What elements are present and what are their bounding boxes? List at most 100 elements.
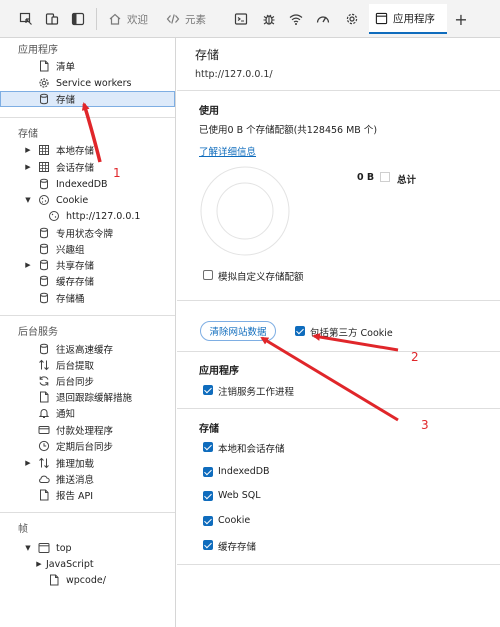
chevron-down-icon[interactable]: ▼: [24, 196, 32, 204]
sidebar-item-label: 往返高速缓存: [56, 345, 114, 356]
clear-site-data-button[interactable]: 清除网站数据: [200, 321, 276, 341]
sync-icon: [38, 375, 50, 387]
section-divider: [0, 315, 175, 316]
sidebar-item-label: Cookie: [56, 194, 89, 206]
sidebar-item-background-sync[interactable]: 后台同步: [0, 373, 175, 389]
debug-bug-icon[interactable]: [259, 9, 279, 29]
chevron-right-icon[interactable]: ▶: [24, 261, 32, 269]
add-tab-icon[interactable]: +: [452, 9, 470, 29]
sidebar-item-cache-storage[interactable]: 缓存存储: [0, 273, 175, 289]
sidebar-item-label: 存储: [56, 95, 76, 106]
sidebar-item-storage-buckets[interactable]: 存储桶: [0, 290, 175, 306]
chevron-right-icon[interactable]: ▶: [35, 560, 43, 568]
sidebar-item-push-messaging[interactable]: 推送消息: [0, 471, 175, 487]
sidebar-item-bounce-tracking[interactable]: 退回跟踪缓解措施: [0, 389, 175, 405]
sidebar-item-label: 存储桶: [56, 294, 85, 305]
database-icon: [38, 227, 50, 239]
chevron-down-icon[interactable]: ▼: [24, 544, 32, 552]
sidebar-item-label: 共享存储: [56, 261, 95, 272]
sidebar-item-label: wpcode/: [66, 574, 106, 586]
sidebar-item-cookie-origin[interactable]: http://127.0.0.1: [0, 208, 175, 224]
sidebar-item-reporting-api[interactable]: 报告 API: [0, 487, 175, 503]
sidebar-item-notifications[interactable]: 通知: [0, 405, 175, 421]
bell-icon: [38, 407, 50, 419]
cache-storage-checkbox[interactable]: [203, 540, 213, 550]
sidebar-item-speculative-loads[interactable]: ▶ 推理加载: [0, 455, 175, 471]
sidebar-item-label: 推送消息: [56, 475, 95, 486]
annotation-label-2: 2: [411, 350, 419, 364]
usage-heading: 使用: [199, 106, 219, 117]
sidebar-item-bfcache[interactable]: 往返高速缓存: [0, 341, 175, 357]
sidebar-item-label: 退回跟踪缓解措施: [56, 393, 133, 404]
database-icon: [38, 259, 50, 271]
sidebar-item-background-fetch[interactable]: 后台提取: [0, 357, 175, 373]
sidebar-item-frame-top[interactable]: ▼ top: [0, 540, 175, 556]
cloud-icon: [38, 473, 50, 485]
sidebar-item-label: 专用状态令牌: [56, 229, 114, 240]
up-down-arrows-icon: [38, 457, 50, 469]
sidebar-item-interest-groups[interactable]: 兴趣组: [0, 241, 175, 257]
sidebar-item-cookie[interactable]: ▼ Cookie: [0, 192, 175, 208]
simulate-quota-checkbox[interactable]: [203, 270, 213, 280]
local-session-storage-checkbox[interactable]: [203, 442, 213, 452]
section-title-storage: 存储: [18, 129, 38, 140]
sidebar-item-label: 通知: [56, 409, 76, 420]
sidebar-item-shared-storage[interactable]: ▶ 共享存储: [0, 257, 175, 273]
include-third-party-cookies-checkbox[interactable]: [295, 326, 305, 336]
toolbar-divider: [96, 8, 97, 30]
application-icon: [375, 12, 388, 24]
sidebar-item-service-workers[interactable]: Service workers: [0, 75, 175, 91]
document-icon: [38, 489, 50, 501]
section-divider: [177, 300, 500, 301]
tab-elements-label: 元素: [185, 13, 206, 26]
sidebar: 应用程序 清单 Service workers 存储 存储 ▶ 本地存储 ▶ 会…: [0, 38, 176, 627]
chevron-right-icon[interactable]: ▶: [24, 163, 32, 171]
sidebar-item-storage[interactable]: 存储: [0, 91, 175, 107]
sidebar-item-javascript[interactable]: ▶ JavaScript: [0, 556, 175, 572]
devtools-toolbar: 欢迎 元素 应用程序 +: [0, 0, 500, 38]
application-heading: 应用程序: [199, 366, 239, 377]
sidebar-item-label: 报告 API: [56, 491, 94, 502]
sidebar-item-indexeddb[interactable]: IndexedDB: [0, 176, 175, 192]
section-title-background-services: 后台服务: [18, 327, 58, 338]
sidebar-item-payment-handler[interactable]: 付款处理程序: [0, 422, 175, 438]
usage-pie-chart: [200, 166, 290, 256]
sidebar-item-private-state-tokens[interactable]: 专用状态令牌: [0, 225, 175, 241]
indexeddb-checkbox[interactable]: [203, 467, 213, 477]
device-toggle-icon[interactable]: [42, 9, 62, 29]
tab-welcome-label: 欢迎: [127, 13, 148, 26]
web-sql-checkbox[interactable]: [203, 491, 213, 501]
sidebar-toggle-icon[interactable]: [68, 9, 88, 29]
gear-icon: [38, 77, 50, 89]
sidebar-item-manifest[interactable]: 清单: [0, 58, 175, 74]
web-sql-label: Web SQL: [218, 490, 261, 501]
unregister-service-workers-checkbox[interactable]: [203, 385, 213, 395]
sidebar-item-label: IndexedDB: [56, 178, 108, 190]
settings-gear-icon[interactable]: [342, 9, 362, 29]
tab-elements[interactable]: 元素: [160, 4, 212, 34]
chevron-right-icon[interactable]: ▶: [24, 459, 32, 467]
database-icon: [38, 178, 50, 190]
grid-icon: [38, 144, 50, 156]
cookie-label: Cookie: [218, 515, 251, 526]
tab-application[interactable]: 应用程序: [369, 4, 447, 34]
database-icon: [38, 343, 50, 355]
network-wifi-icon[interactable]: [286, 9, 306, 29]
sidebar-item-local-storage[interactable]: ▶ 本地存储: [0, 142, 175, 158]
chevron-right-icon[interactable]: ▶: [24, 146, 32, 154]
cookie-checkbox[interactable]: [203, 516, 213, 526]
document-icon: [38, 391, 50, 403]
tab-application-label: 应用程序: [393, 12, 435, 25]
learn-more-link[interactable]: 了解详细信息: [199, 144, 256, 158]
tab-welcome[interactable]: 欢迎: [102, 4, 154, 34]
sidebar-item-periodic-sync[interactable]: 定期后台同步: [0, 438, 175, 454]
database-icon: [38, 275, 50, 287]
card-icon: [38, 424, 50, 436]
sidebar-item-session-storage[interactable]: ▶ 会话存储: [0, 159, 175, 175]
sidebar-item-wpcode[interactable]: wpcode/: [0, 572, 175, 588]
console-icon[interactable]: [231, 9, 251, 29]
inspect-icon[interactable]: [16, 9, 36, 29]
database-icon: [38, 93, 50, 105]
performance-gauge-icon[interactable]: [313, 9, 333, 29]
cache-storage-label: 缓存存储: [218, 542, 257, 553]
